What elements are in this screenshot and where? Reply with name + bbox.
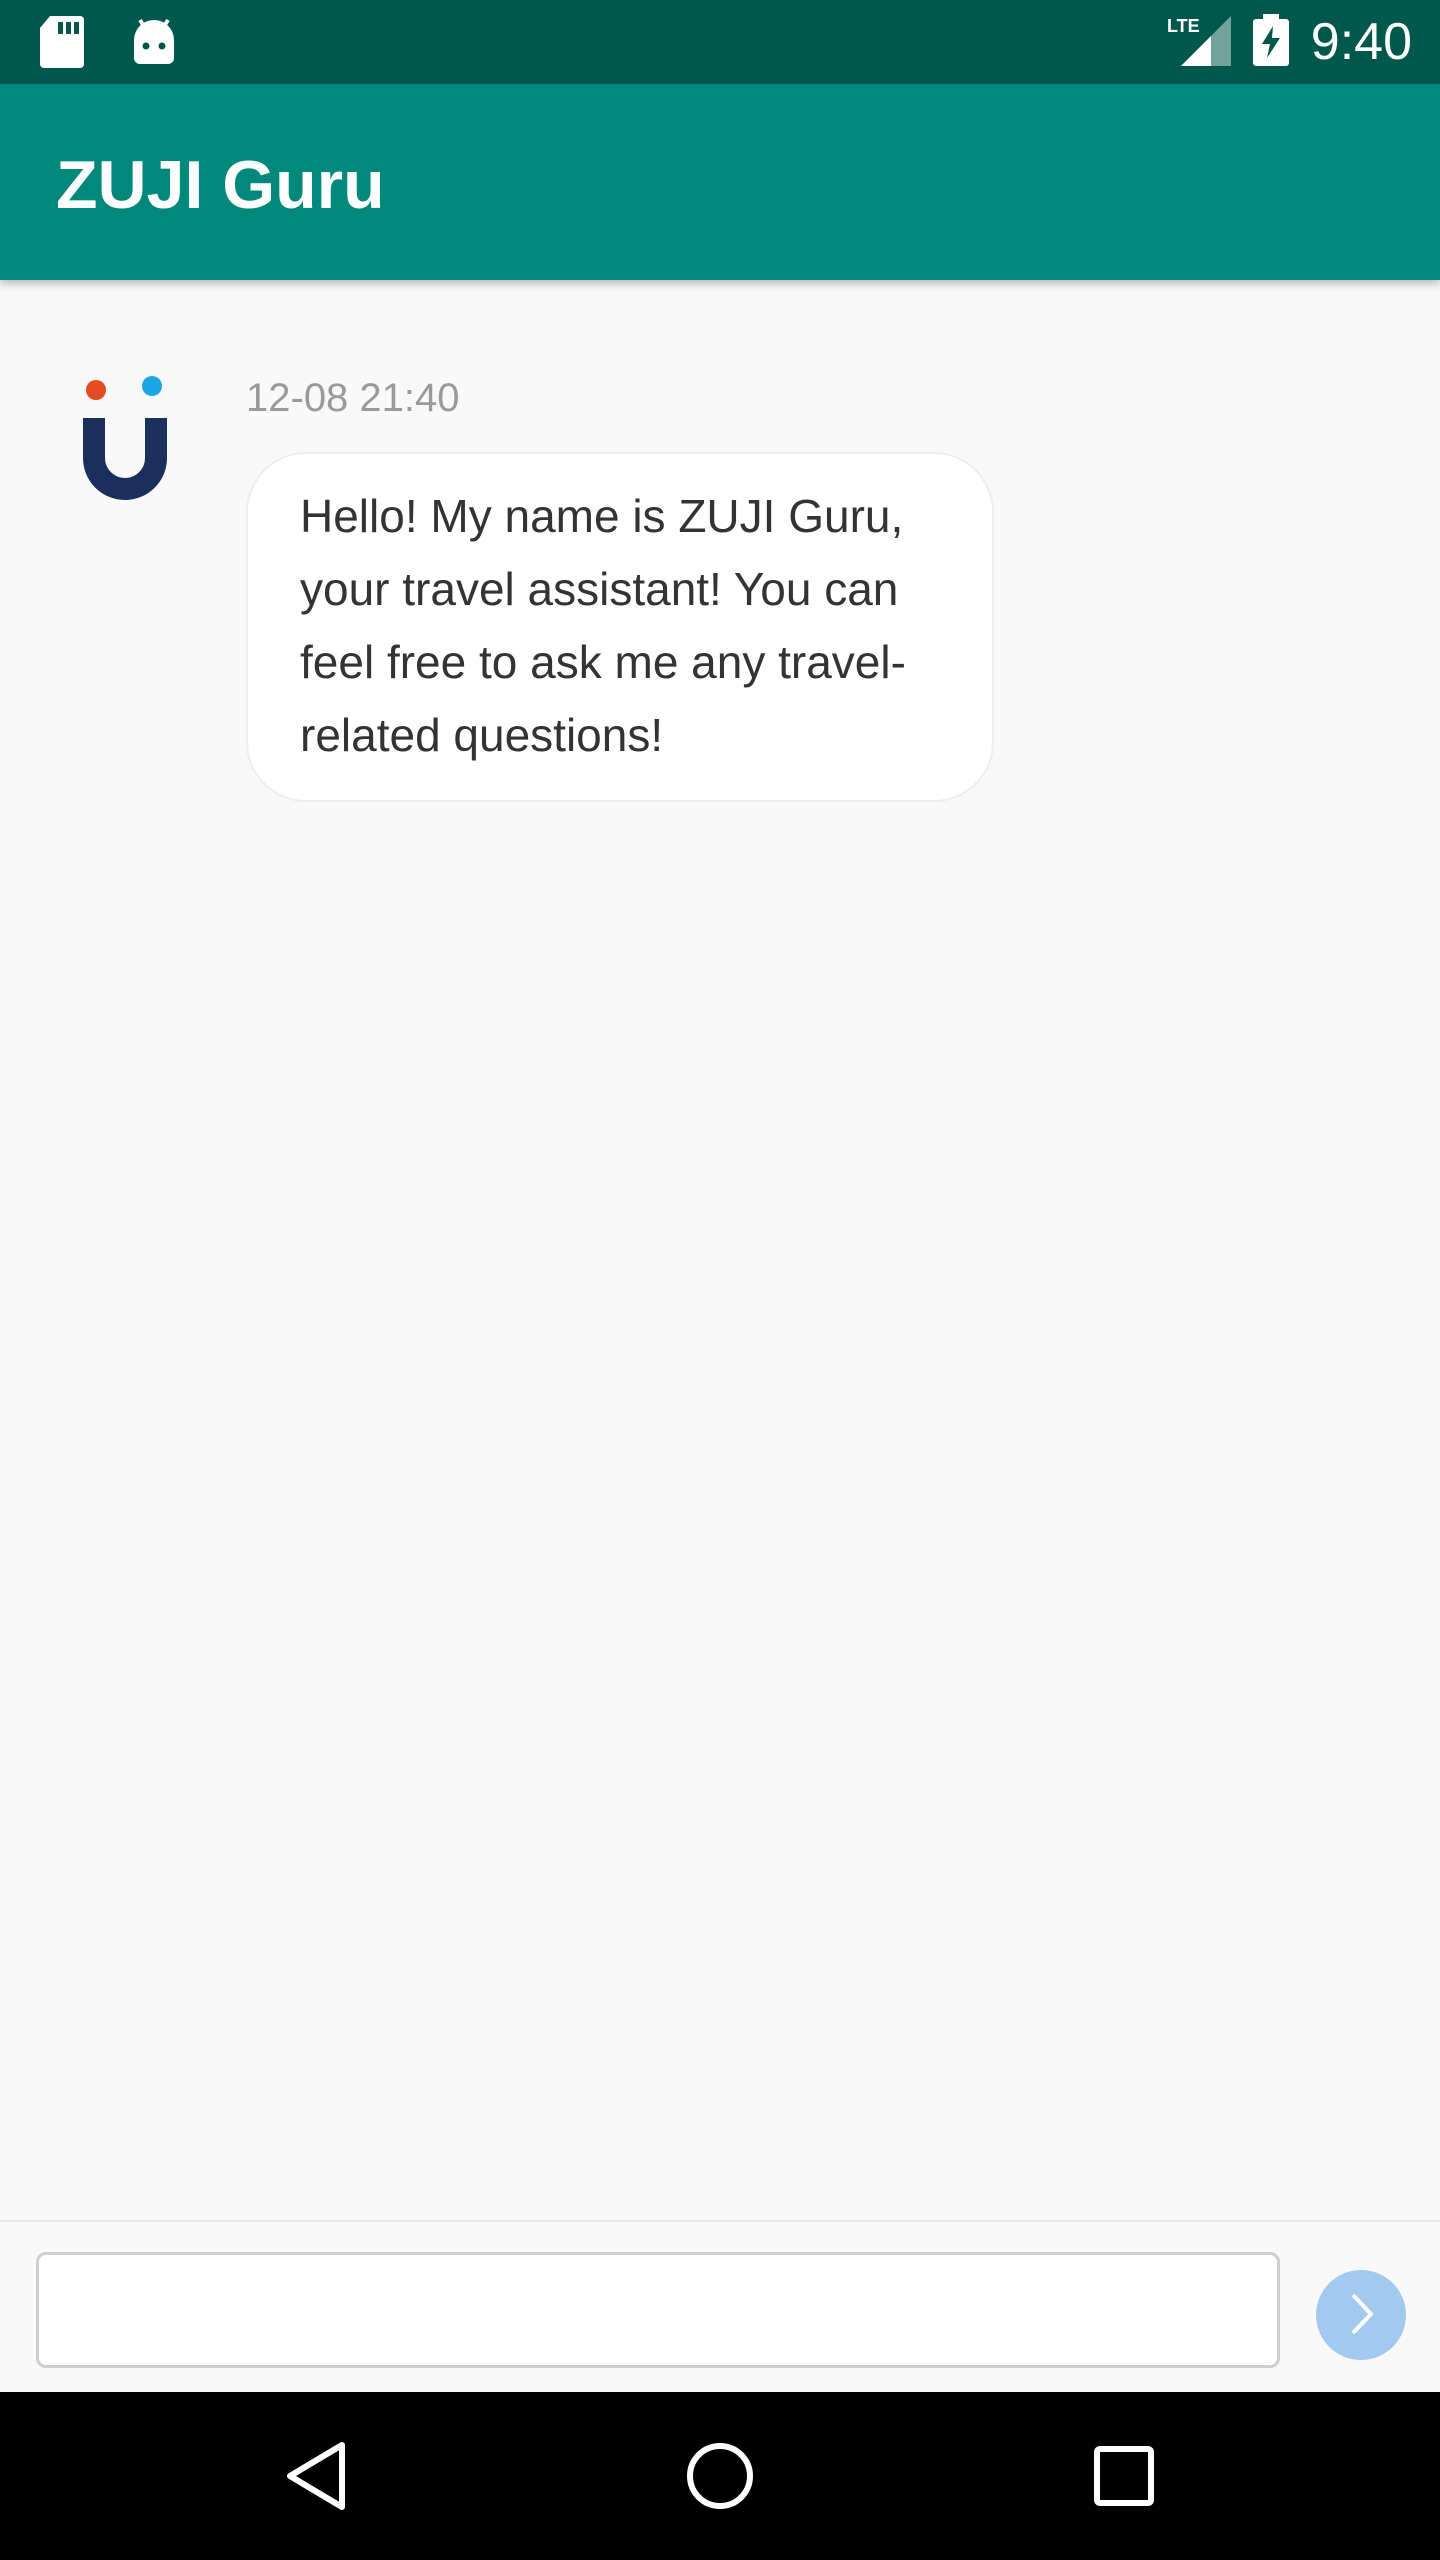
- composer: [0, 2220, 1440, 2392]
- recents-button[interactable]: [1084, 2438, 1164, 2518]
- signal-icon: LTE: [1167, 14, 1231, 71]
- zuji-logo-icon: [80, 376, 170, 506]
- back-button[interactable]: [276, 2438, 356, 2518]
- android-icon: [132, 18, 176, 71]
- home-button[interactable]: [680, 2438, 760, 2518]
- chevron-right-icon: [1341, 2289, 1381, 2342]
- message-text: Hello! My name is ZUJI Guru, your travel…: [300, 490, 906, 761]
- recents-icon: [1092, 2444, 1156, 2513]
- page-title: ZUJI Guru: [56, 147, 385, 223]
- chat-list[interactable]: 12-08 21:40 Hello! My name is ZUJI Guru,…: [0, 280, 1440, 2220]
- message-input[interactable]: [36, 2252, 1280, 2368]
- status-time: 9:40: [1310, 13, 1412, 71]
- status-bar: LTE 9:40: [0, 0, 1440, 84]
- home-icon: [685, 2441, 755, 2516]
- battery-charging-icon: [1252, 13, 1289, 71]
- back-icon: [284, 2441, 348, 2516]
- app-bar: ZUJI Guru: [0, 84, 1440, 280]
- sd-card-icon: [40, 16, 84, 73]
- system-nav-bar: [0, 2392, 1440, 2560]
- message-timestamp: 12-08 21:40: [246, 376, 460, 420]
- message-bubble: Hello! My name is ZUJI Guru, your travel…: [246, 452, 994, 802]
- svg-text:LTE: LTE: [1167, 16, 1200, 36]
- send-button[interactable]: [1316, 2270, 1406, 2360]
